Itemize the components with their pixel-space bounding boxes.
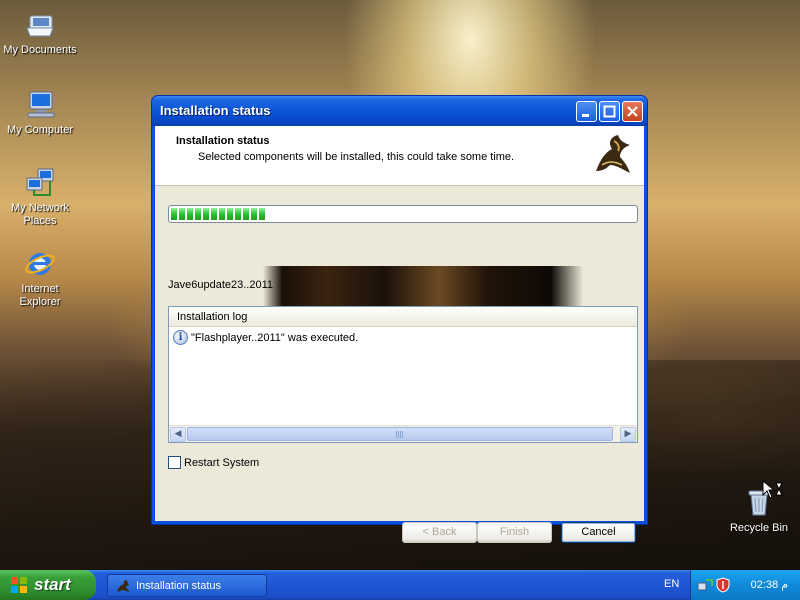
back-button[interactable]: < Back [402,522,477,543]
network-tray-icon[interactable] [697,577,713,593]
minimize-button[interactable] [576,101,597,122]
installation-progress-bar [168,205,638,223]
log-entry[interactable]: i "Flashplayer..2011" was executed. [169,327,637,348]
progress-block [187,208,193,220]
security-shield-icon[interactable] [715,577,731,593]
progress-block [179,208,185,220]
window-titlebar[interactable]: Installation status [152,96,647,126]
eagle-logo-icon [596,135,630,173]
language-indicator[interactable]: EN [664,578,679,590]
desktop-icon-my-network-places[interactable]: My Network Places [0,166,80,228]
restart-system-option[interactable]: Restart System [168,456,259,469]
maximize-icon [603,105,616,118]
info-icon: i [173,330,188,345]
desktop-icon-label: My Network Places [10,202,70,227]
progress-block [227,208,233,220]
window-title: Installation status [160,103,271,118]
network-icon [26,168,54,196]
progress-block [259,208,265,220]
progress-block [171,208,177,220]
desktop-icon-internet-explorer[interactable]: Internet Explorer [0,247,80,309]
window-client-area: Installation status Selected components … [155,126,644,543]
progress-block [195,208,201,220]
installation-window: Installation status Installation status … [151,95,648,543]
scroll-left-arrow-icon[interactable]: ◀ [170,427,186,442]
header-panel: Installation status Selected components … [155,126,644,186]
progress-block [235,208,241,220]
desktop-icon-label: My Documents [3,44,77,56]
progress-block [203,208,209,220]
internet-explorer-icon [25,253,55,275]
eagle-banner-image [263,266,583,310]
progress-block [219,208,225,220]
desktop-icon-my-computer[interactable]: My Computer [0,88,80,137]
maximize-button[interactable] [599,101,620,122]
progress-block [251,208,257,220]
scrollbar-grip [396,431,404,438]
folder-documents-icon [26,15,54,37]
desktop-icon-my-documents[interactable]: My Documents [0,8,80,57]
restart-system-label: Restart System [184,456,260,469]
log-entry-text: "Flashplayer..2011" was executed. [191,331,359,344]
busy-cursor-icon [762,480,783,499]
progress-block [243,208,249,220]
header-subtitle: Selected components will be installed, t… [198,151,515,163]
scrollbar-thumb[interactable] [187,427,613,441]
eagle-app-icon [117,579,129,592]
restart-system-checkbox[interactable] [168,456,181,469]
log-column-header[interactable]: Installation log [169,307,637,327]
desktop-icon-label: My Computer [6,124,74,136]
recycle-bin-label: Recycle Bin [729,522,789,534]
scroll-right-arrow-icon[interactable]: ▶ [620,427,636,442]
cancel-button[interactable]: Cancel [561,522,636,543]
desktop-icon-label: Internet Explorer [19,283,61,308]
current-file-label: Jave6update23..2011 [168,279,273,291]
finish-button[interactable]: Finish [477,522,552,543]
progress-block [211,208,217,220]
start-label: start [34,575,71,594]
clock[interactable]: 02:38 م [751,578,788,591]
taskbar-item-installation-status[interactable]: Installation status [107,574,267,597]
close-button[interactable] [622,101,643,122]
taskbar: start Installation status EN 02:38 م [0,570,800,600]
windows-flag-icon [11,577,27,593]
header-title: Installation status [176,135,270,147]
minimize-icon [582,114,589,117]
installation-log-panel: Installation log i "Flashplayer..2011" w… [168,306,638,443]
taskbar-item-label: Installation status [136,579,221,592]
start-button[interactable]: start [0,570,96,600]
progress-fill [171,208,635,220]
log-horizontal-scrollbar[interactable]: ◀ ▶ [169,425,637,442]
system-tray: 02:38 م [690,570,800,600]
close-icon [627,106,638,117]
computer-icon [27,91,55,118]
